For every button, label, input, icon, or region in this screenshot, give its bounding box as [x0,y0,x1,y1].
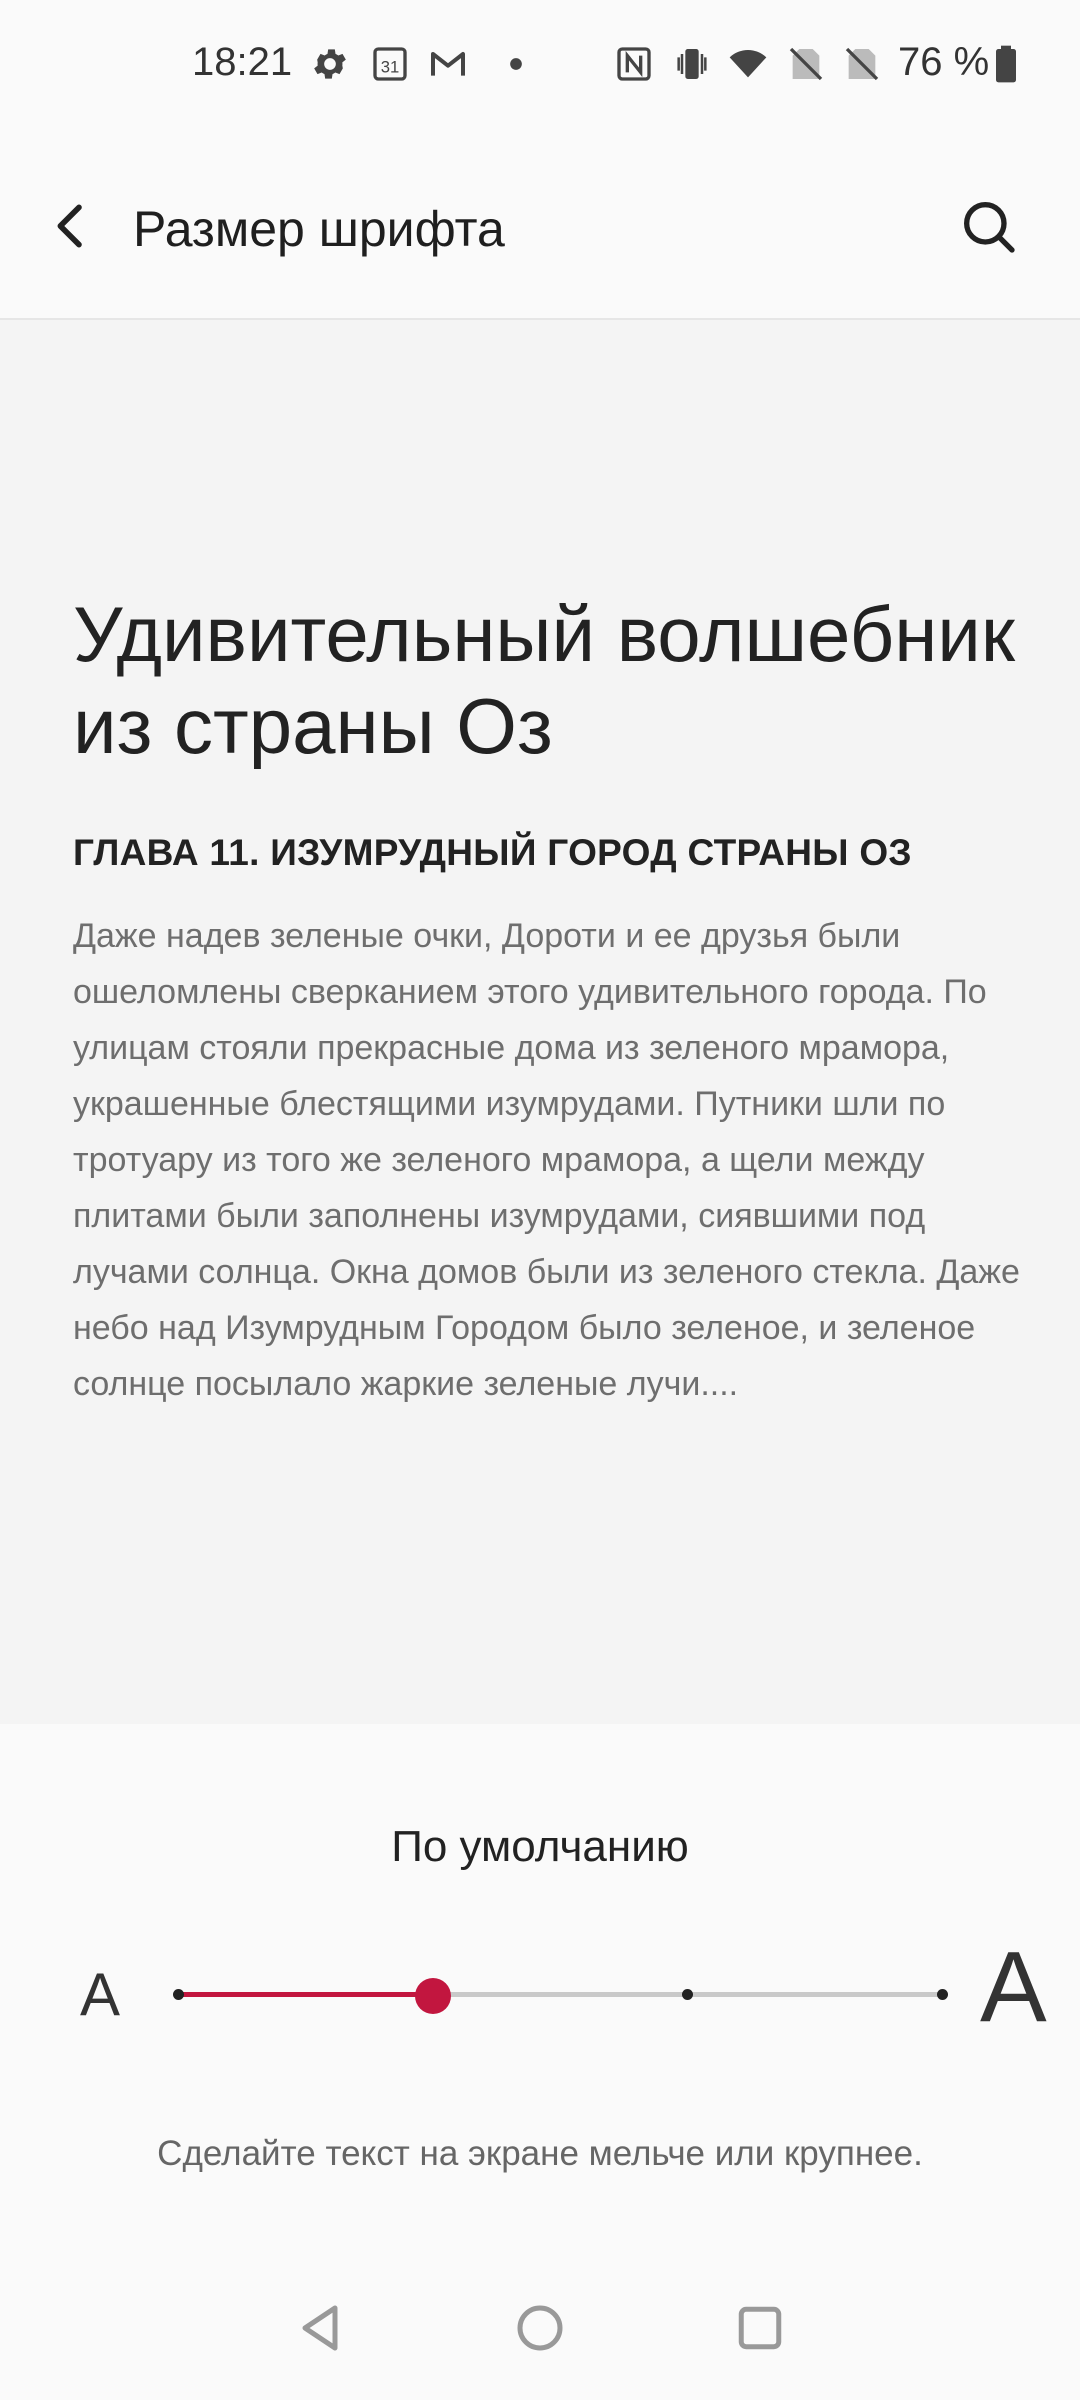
recents-square-icon[interactable] [730,2298,790,2358]
nfc-icon [617,47,651,81]
font-size-hint: Сделайте текст на экране мельче или круп… [157,2134,923,2173]
slider-thumb[interactable] [414,1978,451,2014]
slider-step-1[interactable] [172,1989,184,2000]
page-title: Размер шрифта [133,201,505,257]
font-size-label: По умолчанию [391,1822,689,1871]
calendar-icon: 31 [373,47,407,81]
preview-chapter-heading: ГЛАВА 11. ИЗУМРУДНЫЙ ГОРОД СТРАНЫ ОЗ [73,832,912,873]
settings-icon [314,49,346,79]
larger-font-icon[interactable]: A [980,1930,1047,2045]
battery-percent: 76 % [898,40,990,84]
back-triangle-icon[interactable] [290,2298,350,2358]
gmail-icon [431,52,465,76]
wifi-icon [729,50,767,78]
preview-book-title: Удивительный волшебник из страны Оз [73,590,1015,770]
smaller-font-icon[interactable]: A [80,1960,120,2029]
font-size-slider[interactable] [170,1970,950,2020]
status-bar: 18:21 31 76 % [0,0,1080,130]
home-circle-icon[interactable] [510,2298,570,2358]
navigation-bar [0,2270,1080,2400]
font-preview: Удивительный волшебник из страны Оз ГЛАВ… [0,320,1080,1724]
slider-step-3[interactable] [681,1989,693,2000]
slider-fill [178,1992,433,1997]
no-sim-icon [789,47,823,81]
preview-body-text: Даже надев зеленые очки, Дороти и ее дру… [73,917,1020,1403]
status-time: 18:21 [192,40,293,84]
dot-icon [510,58,522,70]
app-bar: Размер шрифта [0,130,1080,320]
battery-icon [996,45,1016,83]
slider-step-4[interactable] [936,1989,948,2000]
svg-text:31: 31 [381,57,400,76]
vibrate-icon [677,49,707,79]
search-icon[interactable] [956,194,1020,258]
no-sim-icon [845,47,879,81]
back-arrow-icon[interactable] [44,198,100,254]
